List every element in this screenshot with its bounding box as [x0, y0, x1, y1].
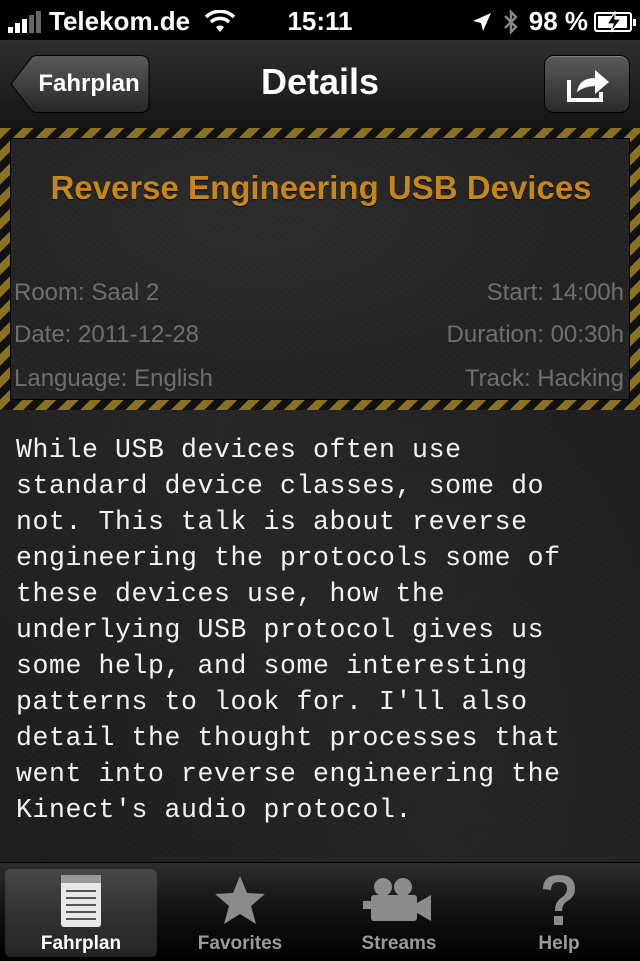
description-line: underlying USB protocol gives us	[16, 615, 545, 645]
description-line: Kinect's audio protocol.	[16, 795, 413, 825]
talk-title: Reverse Engineering USB Devices	[50, 169, 592, 206]
tab-label: Streams	[361, 933, 437, 954]
tab-streams[interactable]: Streams	[323, 869, 475, 957]
talk-track: Track: Hacking	[464, 365, 624, 392]
notepad-icon	[5, 873, 157, 929]
battery-percent: 98 %	[528, 6, 588, 36]
share-icon	[567, 70, 609, 102]
description-line: patterns to look for. I'll also	[16, 687, 528, 717]
talk-duration: Duration: 00:30h	[446, 321, 624, 348]
page-title: Details	[260, 61, 380, 102]
share-button[interactable]	[544, 55, 630, 113]
tab-fahrplan[interactable]: Fahrplan	[5, 869, 157, 957]
talk-language: Language: English	[14, 365, 213, 392]
tab-bar: Fahrplan Favorites Streams Help	[0, 862, 640, 961]
description-line: detail the thought processes that	[16, 723, 561, 753]
star-icon	[164, 873, 316, 929]
navigation-bar: Fahrplan Details	[0, 40, 640, 129]
tab-label: Fahrplan	[40, 933, 122, 954]
talk-info-inner: Reverse Engineering USB Devices Room: Sa…	[10, 138, 630, 400]
description-line: these devices use, how the	[16, 579, 446, 609]
location-arrow-icon	[472, 12, 491, 31]
description-line: some help, and some interesting	[16, 651, 528, 681]
talk-start: Start: 14:00h	[486, 279, 624, 306]
back-button-label: Fahrplan	[38, 70, 140, 97]
talk-description: While USB devices often use standard dev…	[16, 432, 628, 828]
talk-info-panel: Reverse Engineering USB Devices Room: Sa…	[0, 128, 640, 410]
battery-icon	[594, 10, 636, 32]
status-right: 98 %	[471, 6, 636, 37]
tab-help[interactable]: Help	[483, 869, 635, 957]
description-line: standard device classes, some do	[16, 471, 545, 501]
description-line: engineering the protocols some of	[16, 543, 561, 573]
charging-bolt-icon	[605, 10, 623, 32]
tab-label: Help	[538, 933, 580, 954]
tab-label: Favorites	[197, 933, 283, 954]
tab-favorites[interactable]: Favorites	[164, 869, 316, 957]
back-button[interactable]: Fahrplan	[10, 55, 150, 113]
talk-room: Room: Saal 2	[14, 279, 160, 306]
description-line: While USB devices often use	[16, 435, 462, 465]
status-bar: Telekom.de 15:11 98 %	[0, 0, 640, 40]
bluetooth-icon	[503, 8, 518, 35]
description-line: went into reverse engineering the	[16, 759, 561, 789]
talk-date: Date: 2011-12-28	[14, 321, 200, 348]
description-line: not. This talk is about reverse	[16, 507, 528, 537]
video-camera-icon	[323, 873, 475, 929]
question-mark-icon	[483, 873, 635, 929]
